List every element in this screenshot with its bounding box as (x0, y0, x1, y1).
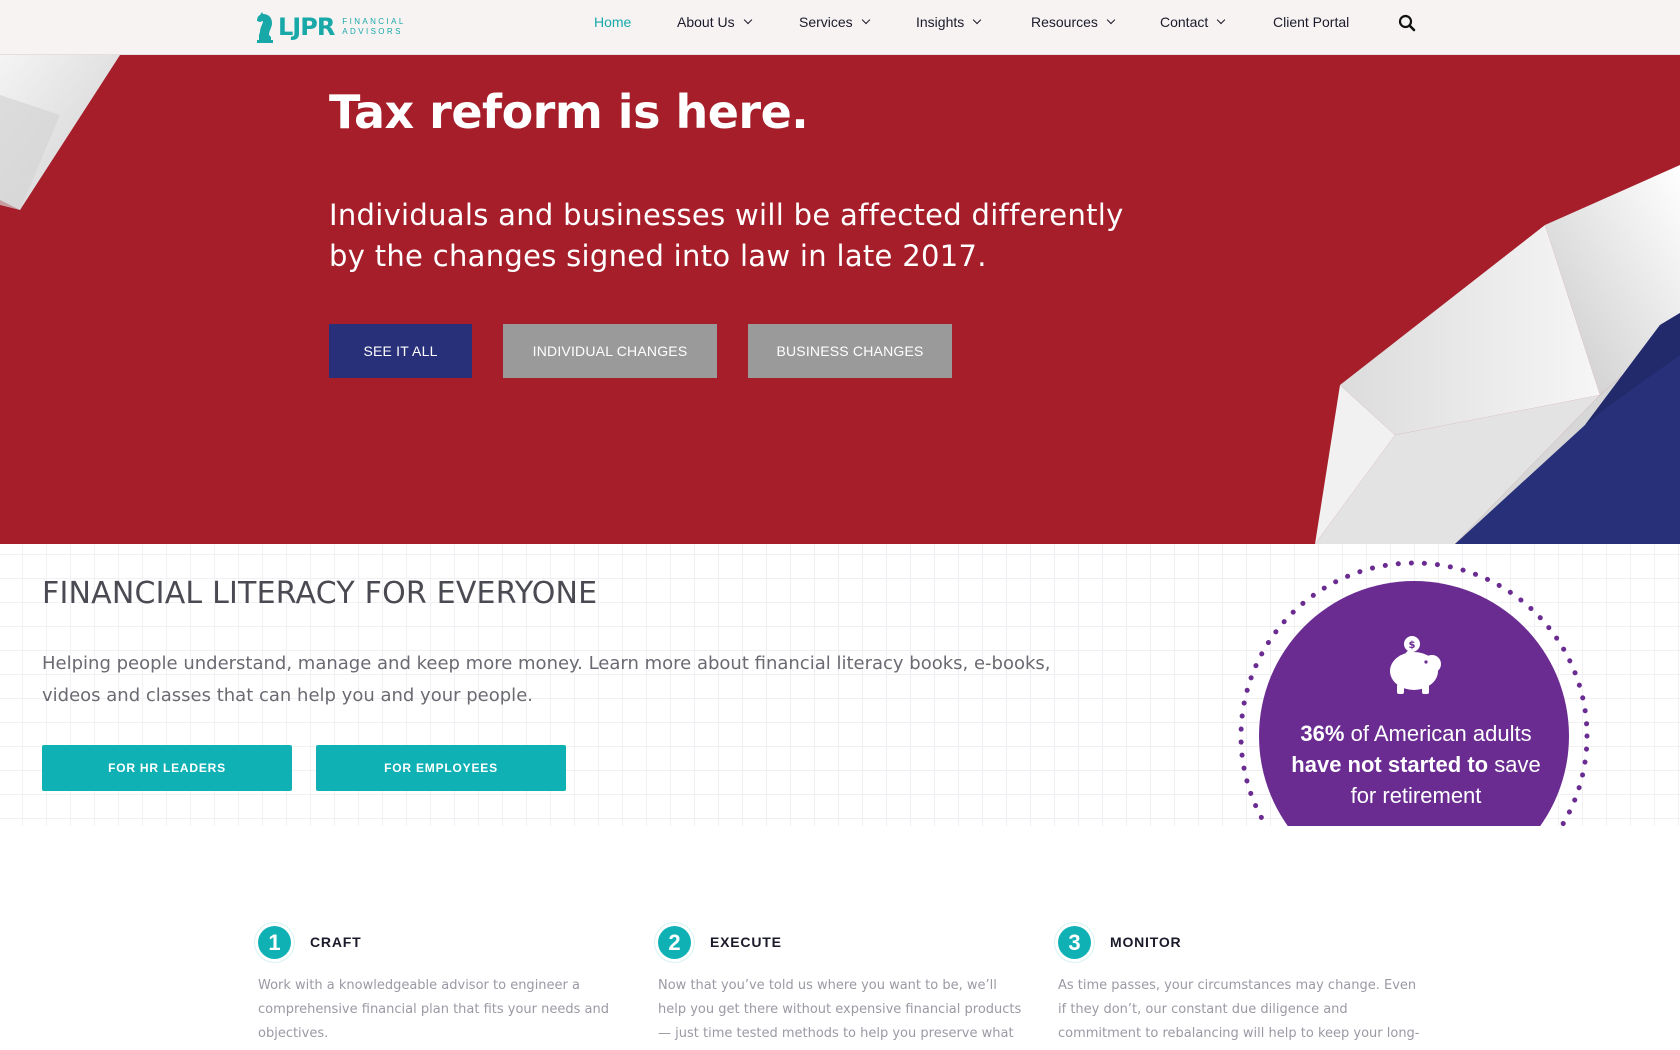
svg-text:$: $ (1409, 640, 1416, 651)
step-number-badge: 2 (658, 926, 691, 959)
step-description: Work with a knowledgeable advisor to eng… (258, 978, 609, 1041)
nav-client-portal[interactable]: Client Portal (1273, 13, 1349, 31)
nav-about-us[interactable]: About Us (677, 13, 752, 31)
hero-banner: Tax reform is here. Individuals and busi… (0, 55, 1680, 544)
nav-resources[interactable]: Resources (1031, 13, 1116, 31)
chevron-down-icon (743, 15, 752, 25)
for-employees-button[interactable]: FOR EMPLOYEES (316, 745, 566, 791)
see-it-all-button[interactable]: SEE IT ALL (329, 324, 472, 378)
nav-home[interactable]: Home (594, 13, 631, 31)
retirement-stat-text: 36% of American adults have not started … (1256, 718, 1576, 811)
nav-home-label: Home (594, 14, 632, 30)
nav-about-us-label: About Us (677, 14, 735, 30)
nav-contact[interactable]: Contact (1160, 13, 1226, 31)
stat-text-part1: of American adults (1344, 721, 1532, 746)
step-number-badge: 1 (258, 926, 291, 959)
chess-knight-logo-icon (257, 12, 273, 43)
nav-contact-label: Contact (1160, 14, 1209, 30)
hero-subtitle: Individuals and businesses will be affec… (329, 198, 1124, 273)
nav-services[interactable]: Services (799, 13, 870, 31)
chevron-down-icon (1217, 15, 1226, 25)
step-title: EXECUTE (710, 934, 782, 950)
chevron-down-icon (973, 15, 982, 25)
step-description: As time passes, your circumstances may c… (1058, 978, 1420, 1041)
step-description: Now that you’ve told us where you want t… (658, 978, 1022, 1041)
individual-changes-button[interactable]: INDIVIDUAL CHANGES (503, 324, 717, 378)
retirement-stat-badge: $ 36% of American adults have not starte… (1236, 558, 1596, 826)
stat-text-part2: save (1488, 752, 1541, 777)
search-icon[interactable] (1398, 14, 1416, 32)
stat-percent: 36% (1300, 721, 1345, 746)
stat-text-part3: for retirement (1350, 783, 1482, 808)
for-hr-leaders-button[interactable]: FOR HR LEADERS (42, 745, 292, 791)
chevron-down-icon (861, 15, 870, 25)
step-title: CRAFT (310, 934, 362, 950)
logo-tagline-line2: ADVISORS (342, 27, 403, 36)
step-title: MONITOR (1110, 934, 1182, 950)
nav-resources-label: Resources (1031, 14, 1098, 30)
nav-services-label: Services (799, 14, 853, 30)
logo-tagline: FINANCIAL ADVISORS (342, 18, 405, 36)
step-number-badge: 3 (1058, 926, 1091, 959)
nav-insights[interactable]: Insights (916, 13, 982, 31)
logo-wordmark: LJPR (278, 13, 335, 41)
financial-literacy-section: FINANCIAL LITERACY FOR EVERYONE Helping … (0, 544, 1680, 826)
nav-client-portal-label: Client Portal (1273, 14, 1350, 30)
hero-title: Tax reform is here. (329, 85, 809, 139)
literacy-description: Helping people understand, manage and ke… (42, 653, 1051, 706)
literacy-title: FINANCIAL LITERACY FOR EVERYONE (42, 576, 598, 611)
hero-decorative-shapes (0, 55, 1680, 544)
stat-text-bold: have not started to (1291, 752, 1489, 777)
logo-tagline-line1: FINANCIAL (342, 17, 406, 26)
nav-insights-label: Insights (916, 14, 965, 30)
logo[interactable]: LJPR FINANCIAL ADVISORS (254, 10, 406, 44)
business-changes-button[interactable]: BUSINESS CHANGES (748, 324, 952, 378)
site-header: LJPR FINANCIAL ADVISORS Home About Us Se… (0, 0, 1680, 55)
chevron-down-icon (1106, 15, 1116, 25)
